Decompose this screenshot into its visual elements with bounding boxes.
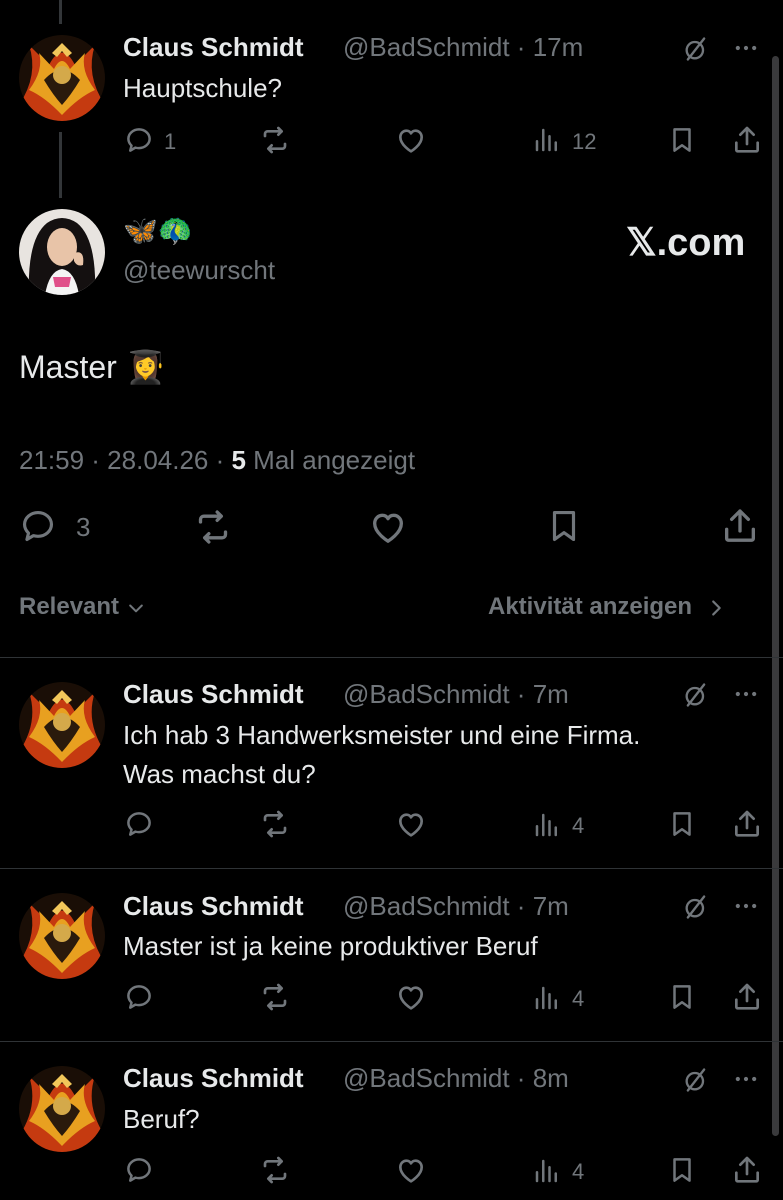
post-text: Hauptschule? (123, 73, 282, 103)
time-separator: · (509, 679, 533, 709)
author-handle: @BadSchmidt (343, 1063, 510, 1093)
more-icon[interactable] (732, 1065, 760, 1093)
grok-icon[interactable] (682, 1066, 710, 1094)
time-separator: · (509, 891, 533, 921)
chevron-down-icon (128, 604, 143, 612)
bookmark-icon[interactable] (667, 1155, 697, 1185)
bookmark-icon[interactable] (667, 982, 697, 1012)
post-text: Master ist ja keine produktiver Beruf (123, 931, 538, 961)
views-count: 4 (572, 986, 585, 1011)
share-icon[interactable] (731, 808, 763, 840)
author-name[interactable]: Claus Schmidt (123, 679, 304, 710)
post-time: 7m (532, 679, 569, 709)
like-icon[interactable] (395, 1154, 427, 1186)
author-handle: @BadSchmidt (343, 891, 510, 921)
post-time: 7m (532, 891, 569, 921)
reply-count: 3 (76, 512, 91, 542)
author-handle-time[interactable]: @BadSchmidt · 8m (343, 1063, 569, 1094)
reply-icon[interactable] (19, 507, 57, 545)
view-count: 5 (231, 445, 246, 475)
author-handle-time[interactable]: @BadSchmidt · 7m (343, 679, 569, 710)
author-handle[interactable]: @teewurscht (123, 255, 275, 286)
author-handle-time[interactable]: @BadSchmidt · 7m (343, 891, 569, 922)
more-icon[interactable] (732, 34, 760, 62)
bookmark-icon[interactable] (667, 125, 697, 155)
views-icon[interactable] (532, 810, 562, 840)
grok-icon[interactable] (682, 35, 710, 63)
post-text: Master 👩‍🎓 (19, 349, 166, 385)
author-handle: @BadSchmidt (343, 679, 510, 709)
reply-icon[interactable] (124, 982, 154, 1012)
display-name[interactable]: 🦋🦚 (123, 214, 193, 247)
repost-icon[interactable] (259, 124, 291, 156)
author-name[interactable]: Claus Schmidt (123, 891, 304, 922)
time-separator: · (509, 32, 533, 62)
x-watermark: 𝕏.com (626, 222, 746, 264)
views-count: 4 (572, 1159, 585, 1184)
reply-icon[interactable] (124, 809, 154, 839)
bookmark-icon[interactable] (667, 809, 697, 839)
divider (0, 868, 783, 869)
time-separator: · (509, 1063, 533, 1093)
share-icon[interactable] (731, 981, 763, 1013)
more-icon[interactable] (732, 892, 760, 920)
repost-icon[interactable] (259, 981, 291, 1013)
repost-icon[interactable] (259, 808, 291, 840)
reply-icon[interactable] (124, 1155, 154, 1185)
share-icon[interactable] (731, 1154, 763, 1186)
scrollbar[interactable] (772, 56, 779, 1136)
post-text-line1: Ich hab 3 Handwerksmeister und eine Firm… (123, 720, 641, 750)
post-text-line2: Was machst du? (123, 759, 316, 789)
views-icon[interactable] (532, 125, 562, 155)
views-icon[interactable] (532, 983, 562, 1013)
divider (0, 657, 783, 658)
sort-dropdown[interactable]: Relevant (19, 593, 146, 621)
author-handle-time[interactable]: @BadSchmidt · 17m (343, 32, 583, 63)
like-icon[interactable] (395, 981, 427, 1013)
repost-icon[interactable] (259, 1154, 291, 1186)
views-count: 12 (572, 129, 597, 154)
views-count: 4 (572, 813, 585, 838)
post-text: Beruf? (123, 1104, 200, 1134)
reply-count: 1 (164, 129, 177, 154)
activity-link[interactable]: Aktivität anzeigen (488, 593, 727, 621)
avatar[interactable] (19, 893, 105, 979)
share-icon[interactable] (731, 124, 763, 156)
post-time: 8m (532, 1063, 569, 1093)
divider (0, 1041, 783, 1042)
thread-line-connector (59, 132, 62, 198)
sort-label: Relevant (19, 593, 120, 620)
more-icon[interactable] (732, 680, 760, 708)
views-icon[interactable] (532, 1156, 562, 1186)
like-icon[interactable] (395, 808, 427, 840)
avatar[interactable] (19, 682, 105, 768)
share-icon[interactable] (720, 506, 760, 546)
thread-line-top (59, 0, 62, 24)
post-meta: 21:59 · 28.04.26 · 5 Mal angezeigt (19, 445, 415, 476)
bookmark-icon[interactable] (545, 507, 583, 545)
reply-icon[interactable] (124, 125, 154, 155)
avatar[interactable] (19, 35, 105, 121)
like-icon[interactable] (368, 507, 408, 547)
views-label: Mal angezeigt (245, 445, 416, 475)
author-name[interactable]: Claus Schmidt (123, 32, 304, 63)
author-handle: @BadSchmidt (343, 32, 510, 62)
repost-icon[interactable] (193, 507, 233, 547)
post-time: 17m (532, 32, 584, 62)
avatar[interactable] (19, 1066, 105, 1152)
post-timestamp: 21:59 · 28.04.26 · (19, 445, 232, 475)
author-name[interactable]: Claus Schmidt (123, 1063, 304, 1094)
chevron-right-icon (711, 600, 721, 616)
grok-icon[interactable] (682, 681, 710, 709)
grok-icon[interactable] (682, 893, 710, 921)
activity-label: Aktivität anzeigen (488, 593, 693, 620)
like-icon[interactable] (395, 124, 427, 156)
avatar[interactable] (19, 209, 105, 295)
